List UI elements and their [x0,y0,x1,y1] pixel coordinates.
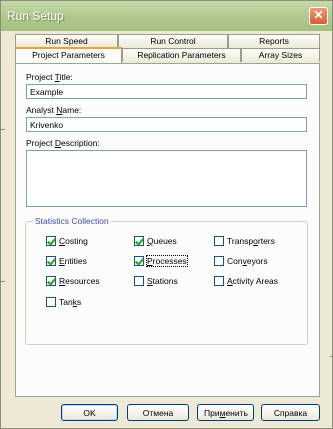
statistics-collection-title: Statistics Collection [33,216,111,226]
checkbox-label: Entities [59,255,87,266]
checkbox-tanks[interactable]: Tanks [46,296,81,308]
checkbox-label: Resources [59,275,100,286]
project-description-label: Project Description: [26,138,100,148]
apply-button[interactable]: Применить [197,404,254,421]
checkbox-activity-areas[interactable]: Activity Areas [214,275,278,287]
checkbox-box[interactable] [134,255,144,266]
checkbox-label: Tanks [59,296,82,307]
checkbox-box[interactable] [214,275,224,286]
checkbox-box[interactable] [134,235,144,246]
help-button[interactable]: Справка [261,404,320,421]
checkbox-label: Stations [147,275,178,286]
checkbox-label: Processes [146,254,188,267]
checkbox-processes[interactable]: Processes [134,254,188,267]
checkbox-box[interactable] [214,255,224,266]
checkbox-label: Queues [147,235,177,246]
left-edge-mark [1,281,5,282]
tab-replication-parameters[interactable]: Replication Parameters [122,48,241,62]
tab-array-sizes[interactable]: Array Sizes [241,48,320,62]
project-title-input[interactable] [26,84,307,99]
project-parameters-panel: Project Title: Analyst Name: Project Des… [15,63,320,397]
checkbox-queues[interactable]: Queues [134,235,177,247]
checkbox-label: Costing [59,235,88,246]
checkbox-conveyors[interactable]: Conveyors [214,255,268,267]
title-bar[interactable]: Run Setup ✕ [1,1,332,31]
checkbox-box[interactable] [46,275,56,286]
project-description-input[interactable] [26,150,307,207]
checkbox-label: Activity Areas [227,275,279,286]
tab-run-speed[interactable]: Run Speed [15,34,118,48]
checkbox-box[interactable] [214,235,224,246]
checkbox-box[interactable] [134,275,144,286]
checkbox-box[interactable] [46,255,56,266]
tab-project-parameters[interactable]: Project Parameters [15,47,122,63]
checkbox-resources[interactable]: Resources [46,275,100,287]
close-icon[interactable]: ✕ [309,7,328,25]
analyst-name-input[interactable] [26,117,307,132]
checkbox-stations[interactable]: Stations [134,275,178,287]
project-title-label: Project Title: [26,72,73,82]
checkbox-label: Conveyors [227,255,268,266]
run-setup-dialog: Run Setup ✕ Run Speed Run Control Report… [0,0,333,429]
tab-run-control[interactable]: Run Control [118,34,228,48]
analyst-name-label: Analyst Name: [26,105,82,115]
checkbox-label: Transporters [227,235,275,246]
checkbox-box[interactable] [46,296,56,307]
window-title: Run Setup [7,9,64,23]
checkbox-entities[interactable]: Entities [46,255,87,267]
left-edge-mark [1,129,5,130]
tab-reports[interactable]: Reports [228,34,320,48]
cancel-button[interactable]: Отмена [127,404,189,421]
checkbox-costing[interactable]: Costing [46,235,88,247]
ok-button[interactable]: OK [61,404,118,421]
checkbox-box[interactable] [46,235,56,246]
checkbox-transporters[interactable]: Transporters [214,235,275,247]
